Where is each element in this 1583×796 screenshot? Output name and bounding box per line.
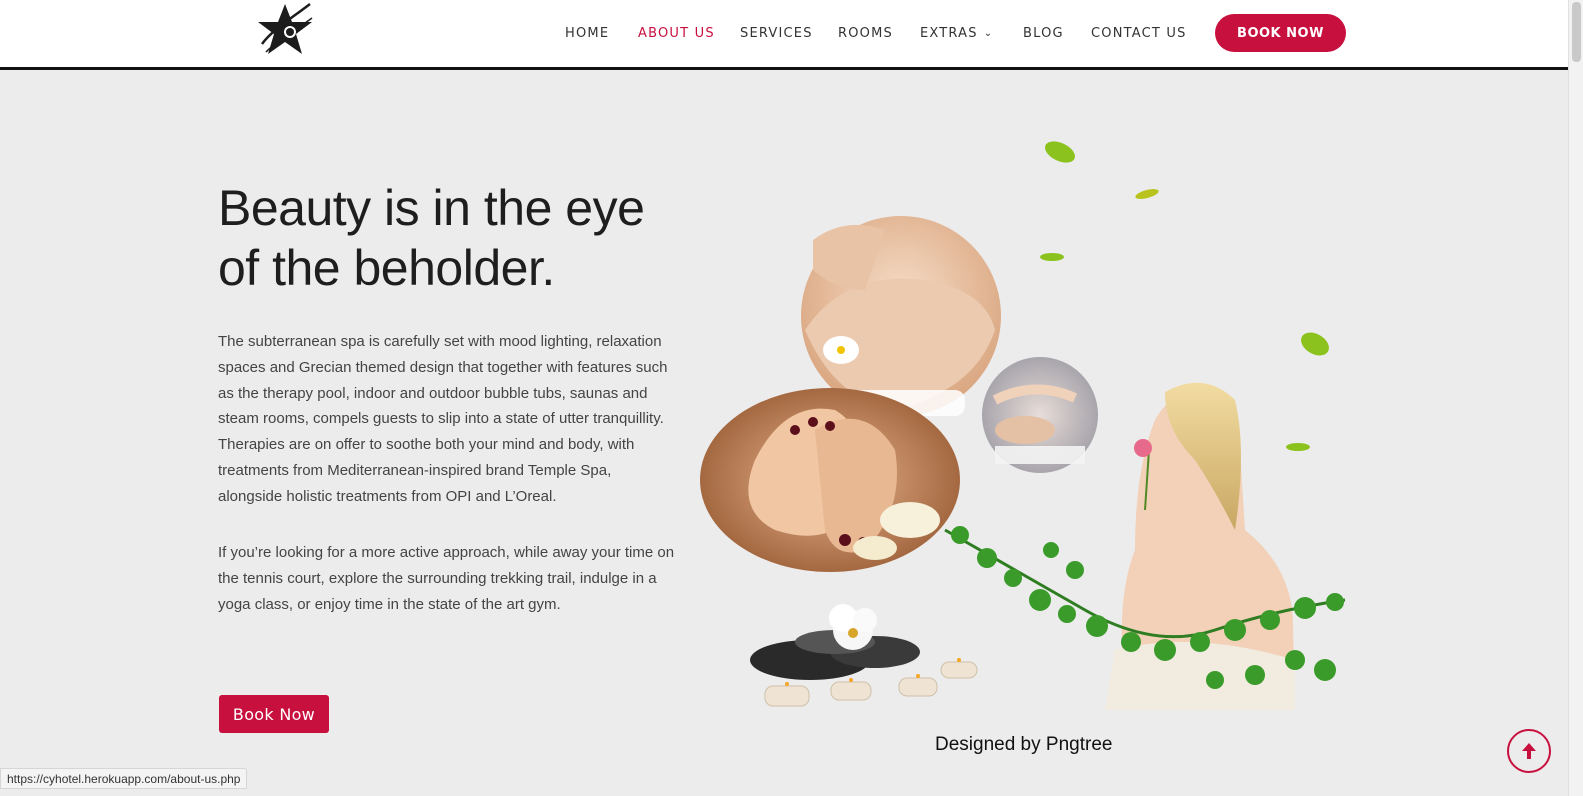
site-header: HOME ABOUT US SERVICES ROOMS EXTRAS ⌄ BLO… (0, 0, 1568, 70)
scrollbar-thumb[interactable] (1572, 2, 1581, 62)
nav-rooms[interactable]: ROOMS (838, 26, 893, 41)
page-scrollbar[interactable] (1568, 0, 1583, 796)
browser-status-url: https://cyhotel.herokuapp.com/about-us.p… (0, 768, 248, 789)
headline-line-1: Beauty is in the eye (218, 180, 645, 236)
headline-line-2: of the beholder. (218, 240, 555, 296)
nav-home[interactable]: HOME (565, 26, 609, 41)
book-now-button[interactable]: Book Now (219, 695, 329, 733)
arrow-up-icon (1522, 743, 1536, 759)
back-to-top-button[interactable] (1507, 729, 1551, 773)
spa-illustration (695, 130, 1355, 720)
book-now-header-button[interactable]: BOOK NOW (1215, 14, 1346, 52)
site-logo[interactable] (252, 0, 318, 60)
spa-collage-image (700, 141, 1346, 710)
page-headline: Beauty is in the eye of the beholder. (218, 178, 698, 298)
activities-paragraph: If you’re looking for a more active appr… (218, 544, 675, 613)
nav-extras-dropdown[interactable]: EXTRAS ⌄ (920, 26, 993, 41)
nav-extras-label: EXTRAS (920, 26, 978, 41)
image-credit: Designed by Pngtree (935, 734, 1113, 755)
nav-contact-us[interactable]: CONTACT US (1091, 26, 1187, 41)
nav-blog[interactable]: BLOG (1023, 26, 1064, 41)
star-logo-icon (258, 3, 313, 54)
nav-services[interactable]: SERVICES (740, 26, 813, 41)
spa-description-paragraph: The subterranean spa is carefully set wi… (218, 333, 668, 505)
chevron-down-icon: ⌄ (983, 28, 994, 39)
nav-about-us[interactable]: ABOUT US (638, 26, 715, 41)
